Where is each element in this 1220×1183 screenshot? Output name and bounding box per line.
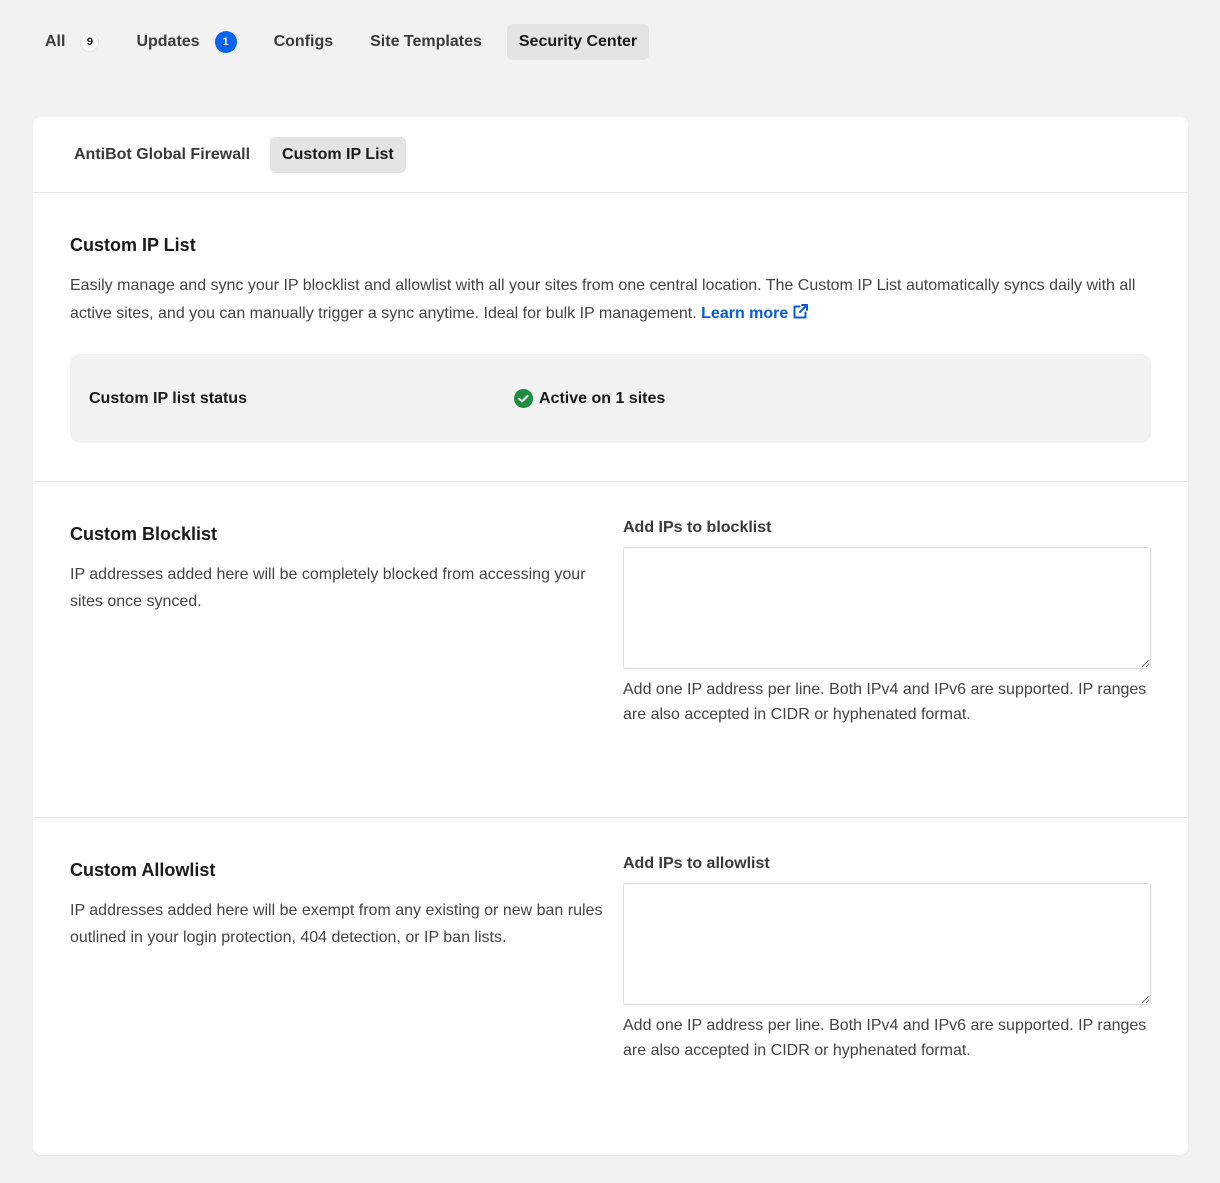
allowlist-field-label: Add IPs to allowlist (623, 855, 770, 872)
tab-updates-count-badge: 1 (214, 31, 237, 53)
subtab-antibot-label: AntiBot Global Firewall (74, 145, 251, 163)
allowlist-section: Custom Allowlist IP addresses added here… (33, 818, 1188, 1154)
tab-security-center[interactable]: Security Center (506, 24, 650, 60)
check-circle-icon (514, 389, 533, 408)
top-tabs: All 9 Updates 1 Configs Site Templates S… (33, 24, 662, 60)
blocklist-hint: Add one IP address per line. Both IPv4 a… (623, 681, 1147, 723)
subtab-custom-ip-list[interactable]: Custom IP List (270, 136, 406, 173)
status-value: Active on 1 sites (514, 389, 665, 408)
external-link-icon (793, 304, 809, 319)
learn-more-link[interactable]: Learn more (701, 304, 809, 322)
subtab-antibot-global-firewall[interactable]: AntiBot Global Firewall (62, 137, 262, 173)
sub-tabs: AntiBot Global Firewall Custom IP List (33, 117, 1188, 193)
allowlist-textarea[interactable] (623, 883, 1151, 1005)
section-description: Easily manage and sync your IP blocklist… (70, 272, 1151, 328)
blocklist-section: Custom Blocklist IP addresses added here… (33, 482, 1188, 818)
blocklist-description: IP addresses added here will be complete… (70, 566, 586, 610)
allowlist-title: Custom Allowlist (70, 860, 216, 880)
status-value-text: Active on 1 sites (539, 389, 666, 407)
blocklist-field-label: Add IPs to blocklist (623, 519, 772, 536)
blocklist-title: Custom Blocklist (70, 524, 218, 544)
tab-site-templates[interactable]: Site Templates (358, 24, 494, 60)
custom-ip-list-section: Custom IP List Easily manage and sync yo… (33, 193, 1188, 482)
blocklist-textarea[interactable] (623, 547, 1151, 669)
section-description-text: Easily manage and sync your IP blocklist… (70, 277, 1136, 322)
tab-all-count-badge: 9 (80, 32, 100, 52)
status-box: Custom IP list status Active on 1 sites (70, 354, 1151, 443)
tab-site-templates-label: Site Templates (370, 33, 482, 50)
tab-all[interactable]: All 9 (33, 24, 111, 60)
tab-configs[interactable]: Configs (262, 24, 346, 60)
tab-updates[interactable]: Updates 1 (124, 24, 248, 60)
section-title: Custom IP List (70, 235, 196, 255)
allowlist-description: IP addresses added here will be exempt f… (70, 902, 603, 946)
allowlist-hint: Add one IP address per line. Both IPv4 a… (623, 1017, 1147, 1059)
tab-configs-label: Configs (273, 33, 334, 50)
tab-updates-label: Updates (136, 33, 200, 50)
status-label: Custom IP list status (89, 389, 247, 407)
subtab-custom-ip-list-label: Custom IP List (282, 145, 394, 163)
learn-more-label: Learn more (701, 305, 789, 322)
tab-security-center-label: Security Center (518, 33, 638, 50)
security-card: AntiBot Global Firewall Custom IP List C… (33, 117, 1188, 1155)
tab-all-label: All (45, 33, 66, 50)
